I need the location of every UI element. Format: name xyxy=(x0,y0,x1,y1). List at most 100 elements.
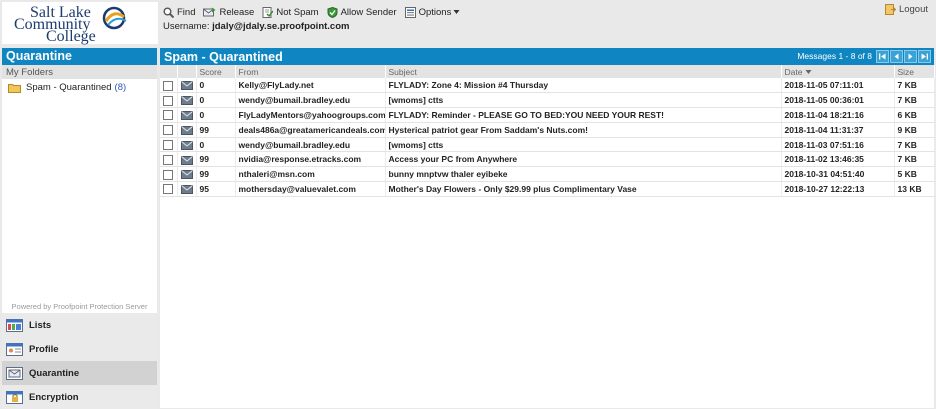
subject-column-header[interactable]: Subject xyxy=(385,65,782,78)
folder-spam-quarantined[interactable]: Spam - Quarantined (8) xyxy=(2,79,157,96)
row-from[interactable]: deals486a@greatamericandeals.com xyxy=(235,122,386,138)
nav-item-lists[interactable]: Lists xyxy=(2,313,157,337)
table-row[interactable]: 95 mothersday@valuevalet.com Mother's Day … xyxy=(160,181,935,197)
row-checkbox[interactable] xyxy=(163,80,174,91)
dropdown-arrow-icon xyxy=(453,10,460,14)
row-checkbox[interactable] xyxy=(163,184,174,195)
nav-item-profile[interactable]: Profile xyxy=(2,337,157,361)
table-row[interactable]: 0 wendy@bumail.bradley.edu [wmoms] ctts 201… xyxy=(160,92,935,109)
row-checkbox[interactable] xyxy=(163,110,174,121)
row-size: 13 KB xyxy=(894,181,935,197)
score-column-header[interactable]: Score xyxy=(196,65,236,78)
envelope-icon xyxy=(180,170,193,180)
row-subject[interactable]: [wmoms] ctts xyxy=(385,137,782,153)
find-button[interactable]: Find xyxy=(163,7,195,18)
not-spam-label: Not Spam xyxy=(276,6,319,18)
table-row[interactable]: 0 wendy@bumail.bradley.edu [wmoms] ctts 201… xyxy=(160,137,935,153)
find-label: Find xyxy=(177,6,196,18)
row-from[interactable]: wendy@bumail.bradley.edu xyxy=(235,137,386,153)
row-size: 7 KB xyxy=(894,92,935,109)
username-display: Username: jdaly@jdaly.se.proofpoint.com xyxy=(163,21,349,32)
row-checkbox[interactable] xyxy=(163,169,174,180)
nav-item-quarantine[interactable]: Quarantine xyxy=(2,361,157,385)
sidebar: Quarantine My Folders Spam - Quarantined… xyxy=(2,48,157,409)
row-size: 7 KB xyxy=(894,151,935,168)
release-button[interactable]: Release xyxy=(203,7,254,18)
row-size: 6 KB xyxy=(894,107,935,123)
row-from[interactable]: nthaleri@msn.com xyxy=(235,166,386,183)
row-icon-cell xyxy=(177,151,197,168)
size-column-header[interactable]: Size xyxy=(894,65,935,78)
row-score: 99 xyxy=(196,166,236,183)
toolbar: Find Release Not Spam Allow Sender Optio… xyxy=(163,4,468,20)
prev-page-button[interactable] xyxy=(890,50,903,63)
row-from[interactable]: wendy@bumail.bradley.edu xyxy=(235,92,386,109)
row-subject[interactable]: Hysterical patriot gear From Saddam's Nu… xyxy=(385,122,782,138)
date-column-header[interactable]: Date xyxy=(781,65,895,78)
username-value: jdaly@jdaly.se.proofpoint.com xyxy=(212,21,350,32)
main-header: Spam - Quarantined Messages 1 - 8 of 8 xyxy=(160,48,934,65)
table-row[interactable]: 0 Kelly@FlyLady.net FLYLADY: Zone 4: Missi… xyxy=(160,78,935,94)
row-from[interactable]: Kelly@FlyLady.net xyxy=(235,78,386,94)
row-date: 2018-11-05 07:11:01 xyxy=(781,78,895,94)
row-subject[interactable]: Access your PC from Anywhere xyxy=(385,151,782,168)
row-from[interactable]: mothersday@valuevalet.com xyxy=(235,181,386,197)
row-checkbox[interactable] xyxy=(163,154,174,165)
logout-label: Logout xyxy=(898,4,928,15)
table-row[interactable]: 0 FlyLadyMentors@yahoogroups.com FLYLADY: … xyxy=(160,107,935,123)
sidebar-title: Quarantine xyxy=(2,48,157,65)
folder-count: (8) xyxy=(114,82,127,93)
magnifier-icon xyxy=(163,7,174,18)
first-page-button[interactable] xyxy=(876,50,889,63)
row-icon-cell xyxy=(177,166,197,183)
message-list-panel: Spam - Quarantined Messages 1 - 8 of 8 S… xyxy=(160,48,935,408)
table-row[interactable]: 99 nvidia@response.etracks.com Access your… xyxy=(160,151,935,168)
select-column-header xyxy=(160,65,178,78)
envelope-icon xyxy=(180,96,193,106)
row-subject[interactable]: FLYLADY: Zone 4: Mission #4 Thursday xyxy=(385,78,782,94)
date-column-label: Date xyxy=(784,66,803,77)
row-score: 95 xyxy=(196,181,236,197)
from-column-header[interactable]: From xyxy=(235,65,386,78)
row-checkbox[interactable] xyxy=(163,95,174,106)
envelope-icon xyxy=(180,140,193,150)
logout-door-icon xyxy=(884,4,896,15)
envelope-icon xyxy=(180,155,193,165)
nav-item-encryption[interactable]: Encryption xyxy=(2,385,157,409)
row-score: 0 xyxy=(196,92,236,109)
username-label: Username: xyxy=(163,21,210,32)
row-date: 2018-11-04 11:31:37 xyxy=(781,122,895,138)
row-from[interactable]: nvidia@response.etracks.com xyxy=(235,151,386,168)
row-icon-cell xyxy=(177,107,197,123)
my-folders-heading: My Folders xyxy=(2,65,157,79)
not-spam-button[interactable]: Not Spam xyxy=(262,6,319,18)
not-spam-page-icon xyxy=(262,6,274,18)
table-row[interactable]: 99 deals486a@greatamericandeals.com Hyster… xyxy=(160,122,935,138)
quarantine-icon xyxy=(6,366,23,380)
shield-check-icon xyxy=(327,6,338,18)
row-size: 5 KB xyxy=(894,166,935,183)
folder-label: Spam - Quarantined xyxy=(26,82,112,93)
allow-sender-button[interactable]: Allow Sender xyxy=(327,6,397,18)
allow-sender-label: Allow Sender xyxy=(340,6,397,18)
row-checkbox[interactable] xyxy=(163,125,174,136)
last-page-button[interactable] xyxy=(918,50,931,63)
first-page-icon xyxy=(879,53,886,60)
row-checkbox[interactable] xyxy=(163,139,174,150)
table-row[interactable]: 99 nthaleri@msn.com bunny mnptvw thaler ey… xyxy=(160,166,935,183)
row-select-cell xyxy=(160,151,178,168)
row-subject[interactable]: Mother's Day Flowers - Only $29.99 plus … xyxy=(385,181,782,197)
next-page-button[interactable] xyxy=(904,50,917,63)
options-menu-button[interactable]: Options xyxy=(404,6,461,18)
row-from[interactable]: FlyLadyMentors@yahoogroups.com xyxy=(235,107,386,123)
logo-line-3: College xyxy=(46,28,96,45)
row-date: 2018-11-02 13:46:35 xyxy=(781,151,895,168)
row-subject[interactable]: bunny mnptvw thaler eyibeke xyxy=(385,166,782,183)
row-select-cell xyxy=(160,107,178,123)
row-subject[interactable]: FLYLADY: Reminder - PLEASE GO TO BED:YOU… xyxy=(385,107,782,123)
nav-quarantine-label: Quarantine xyxy=(29,367,80,379)
row-subject[interactable]: [wmoms] ctts xyxy=(385,92,782,109)
prev-page-icon xyxy=(894,53,899,60)
row-select-cell xyxy=(160,92,178,109)
logout-button[interactable]: Logout xyxy=(884,4,928,15)
